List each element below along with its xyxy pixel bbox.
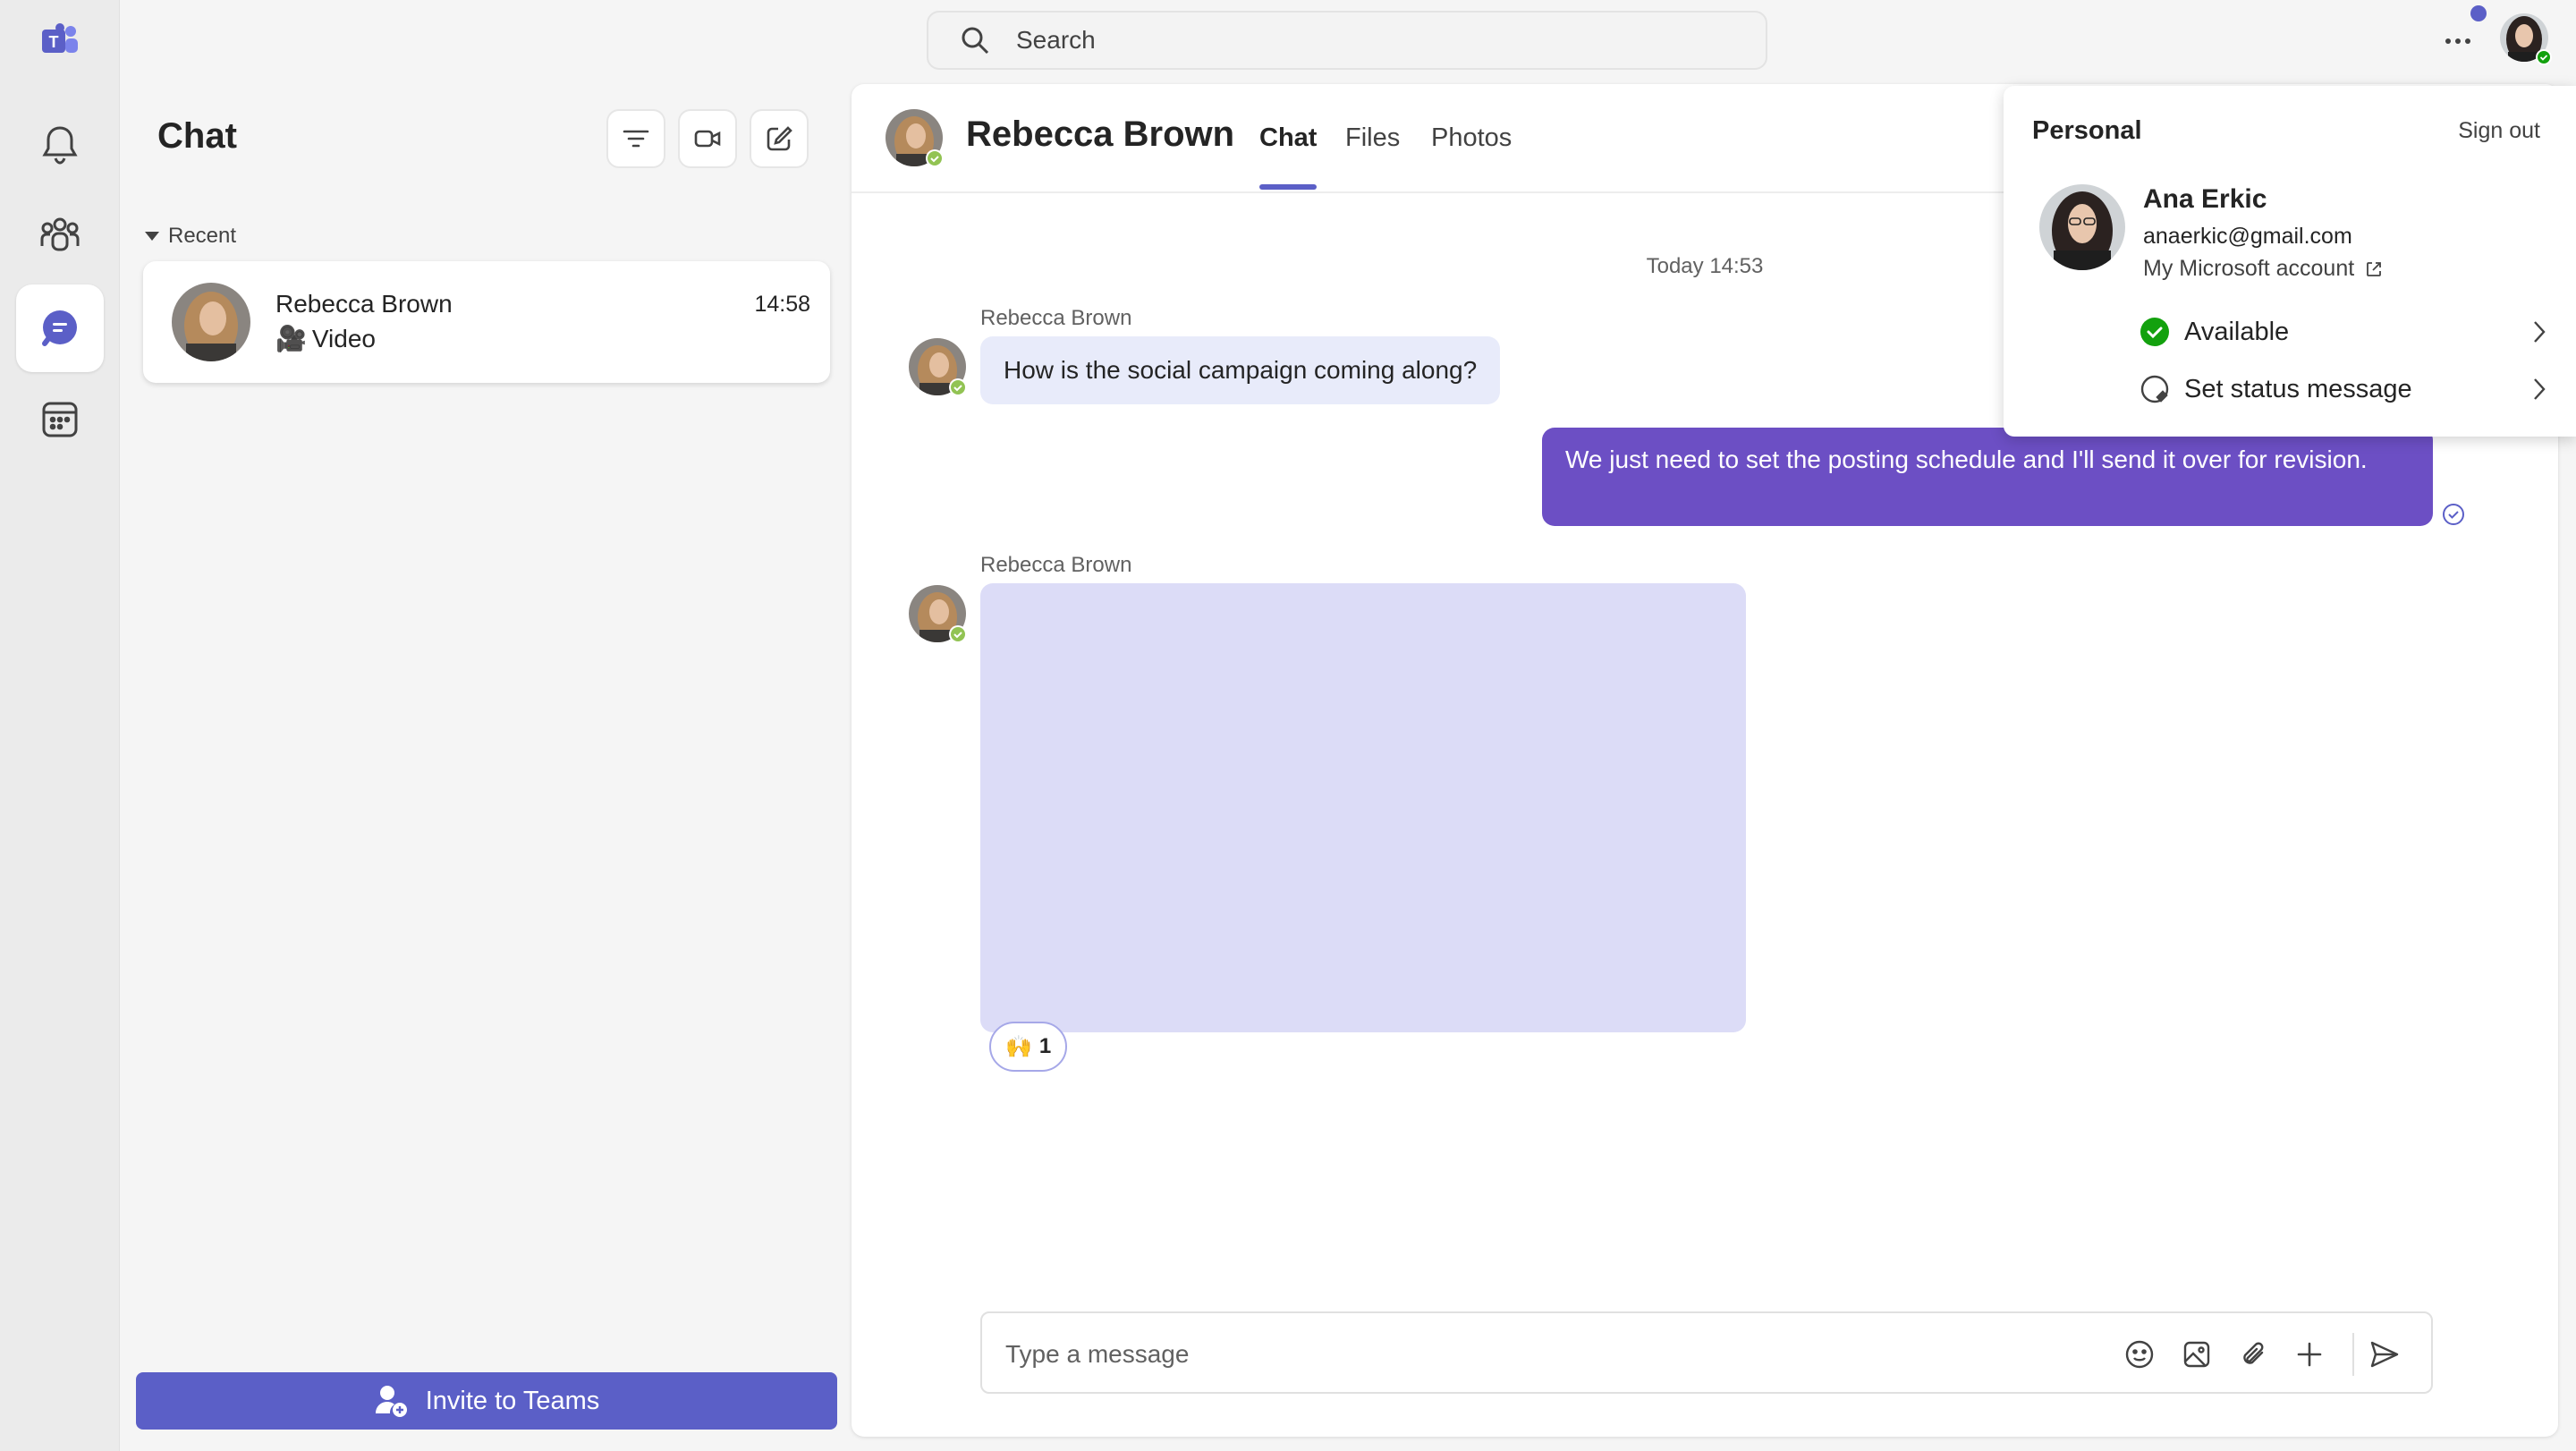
plus-icon[interactable] [2290, 1335, 2329, 1374]
composer-divider [2352, 1333, 2354, 1376]
tab-files[interactable]: Files [1345, 123, 1400, 153]
video-call-icon [694, 130, 721, 148]
chat-item-preview-text: Video [311, 324, 376, 352]
new-chat-icon [767, 126, 792, 151]
emoji-icon[interactable] [2120, 1335, 2159, 1374]
meet-now-button[interactable] [678, 109, 737, 168]
app-rail: T [0, 0, 120, 1451]
set-status-label: Set status message [2184, 374, 2412, 403]
chevron-right-icon [2534, 321, 2546, 343]
avatar [2039, 184, 2125, 270]
recent-section-toggle[interactable]: Recent [145, 224, 236, 249]
recent-label: Recent [168, 224, 237, 248]
chat-rail-icon[interactable] [16, 284, 104, 372]
more-horizontal-icon [2445, 38, 2470, 44]
chat-item-time: 14:58 [754, 292, 810, 317]
status-available-row[interactable]: Available [2140, 310, 2547, 354]
svg-text:T: T [49, 33, 59, 51]
calendar-icon[interactable] [16, 376, 104, 463]
avatar [909, 585, 967, 643]
filter-button[interactable] [606, 109, 665, 168]
composer-placeholder: Type a message [1005, 1340, 1190, 1368]
invite-to-teams-button[interactable]: Invite to Teams [136, 1372, 837, 1430]
chat-list-item[interactable]: Rebecca Brown 14:58 🎥 Video [143, 261, 830, 383]
image-icon[interactable] [2177, 1335, 2216, 1374]
external-link-icon [2367, 261, 2382, 276]
conversation-title: Rebecca Brown [966, 115, 1235, 154]
sign-out-link[interactable]: Sign out [2458, 118, 2540, 144]
message-composer[interactable]: Type a message [980, 1311, 2433, 1394]
avatar [886, 109, 944, 167]
search-icon [962, 27, 989, 55]
reaction-count: 1 [1038, 1034, 1052, 1058]
activity-bell-icon[interactable] [16, 100, 104, 188]
more-options-button[interactable] [2433, 16, 2483, 66]
outgoing-message[interactable]: We just need to set the posting schedule… [1542, 428, 2433, 526]
search-placeholder: Search [1016, 26, 1096, 54]
account-section-title: Personal [2032, 116, 2142, 145]
active-tab-indicator [1259, 184, 1317, 190]
available-status-icon [2140, 318, 2169, 346]
profile-avatar-button[interactable] [2499, 13, 2553, 66]
add-person-icon [375, 1386, 407, 1417]
reaction-badge[interactable]: 🙌 1 [989, 1022, 1068, 1072]
filter-icon [623, 130, 649, 148]
notification-dot [2470, 5, 2487, 21]
image-attachment[interactable] [980, 583, 1746, 1032]
invite-label: Invite to Teams [425, 1386, 600, 1415]
raising-hands-icon: 🙌 [1005, 1034, 1032, 1059]
set-status-message-row[interactable]: Set status message [2140, 367, 2547, 412]
status-label: Available [2184, 317, 2290, 346]
incoming-message[interactable]: How is the social campaign coming along? [980, 336, 1501, 404]
message-sender: Rebecca Brown [980, 306, 1132, 330]
chat-item-name: Rebecca Brown [275, 290, 453, 318]
search-input[interactable]: Search [927, 11, 1767, 70]
status-message-icon [2140, 375, 2169, 403]
chevron-right-icon [2534, 378, 2546, 400]
attach-icon[interactable] [2234, 1335, 2274, 1374]
seen-check-icon [2443, 504, 2464, 525]
account-popover: Personal Sign out Ana Erkic anaerkic@gma… [2004, 86, 2576, 437]
account-email: anaerkic@gmail.com [2143, 224, 2352, 249]
new-chat-button[interactable] [750, 109, 809, 168]
account-link-label: My Microsoft account [2143, 256, 2355, 281]
video-camera-icon: 🎥 [275, 325, 307, 352]
chat-list-title: Chat [157, 116, 237, 156]
communities-icon[interactable] [16, 191, 104, 279]
avatar [172, 283, 250, 361]
avatar [909, 338, 967, 396]
message-sender: Rebecca Brown [980, 553, 1132, 577]
microsoft-account-link[interactable]: My Microsoft account [2143, 256, 2383, 282]
caret-down-icon [145, 232, 159, 241]
teams-logo-icon[interactable]: T [16, 0, 104, 81]
tab-photos[interactable]: Photos [1431, 123, 1512, 153]
send-icon[interactable] [2365, 1335, 2404, 1374]
chat-item-preview: 🎥 Video [275, 324, 376, 353]
tab-chat[interactable]: Chat [1259, 123, 1317, 153]
account-name: Ana Erkic [2143, 184, 2267, 214]
